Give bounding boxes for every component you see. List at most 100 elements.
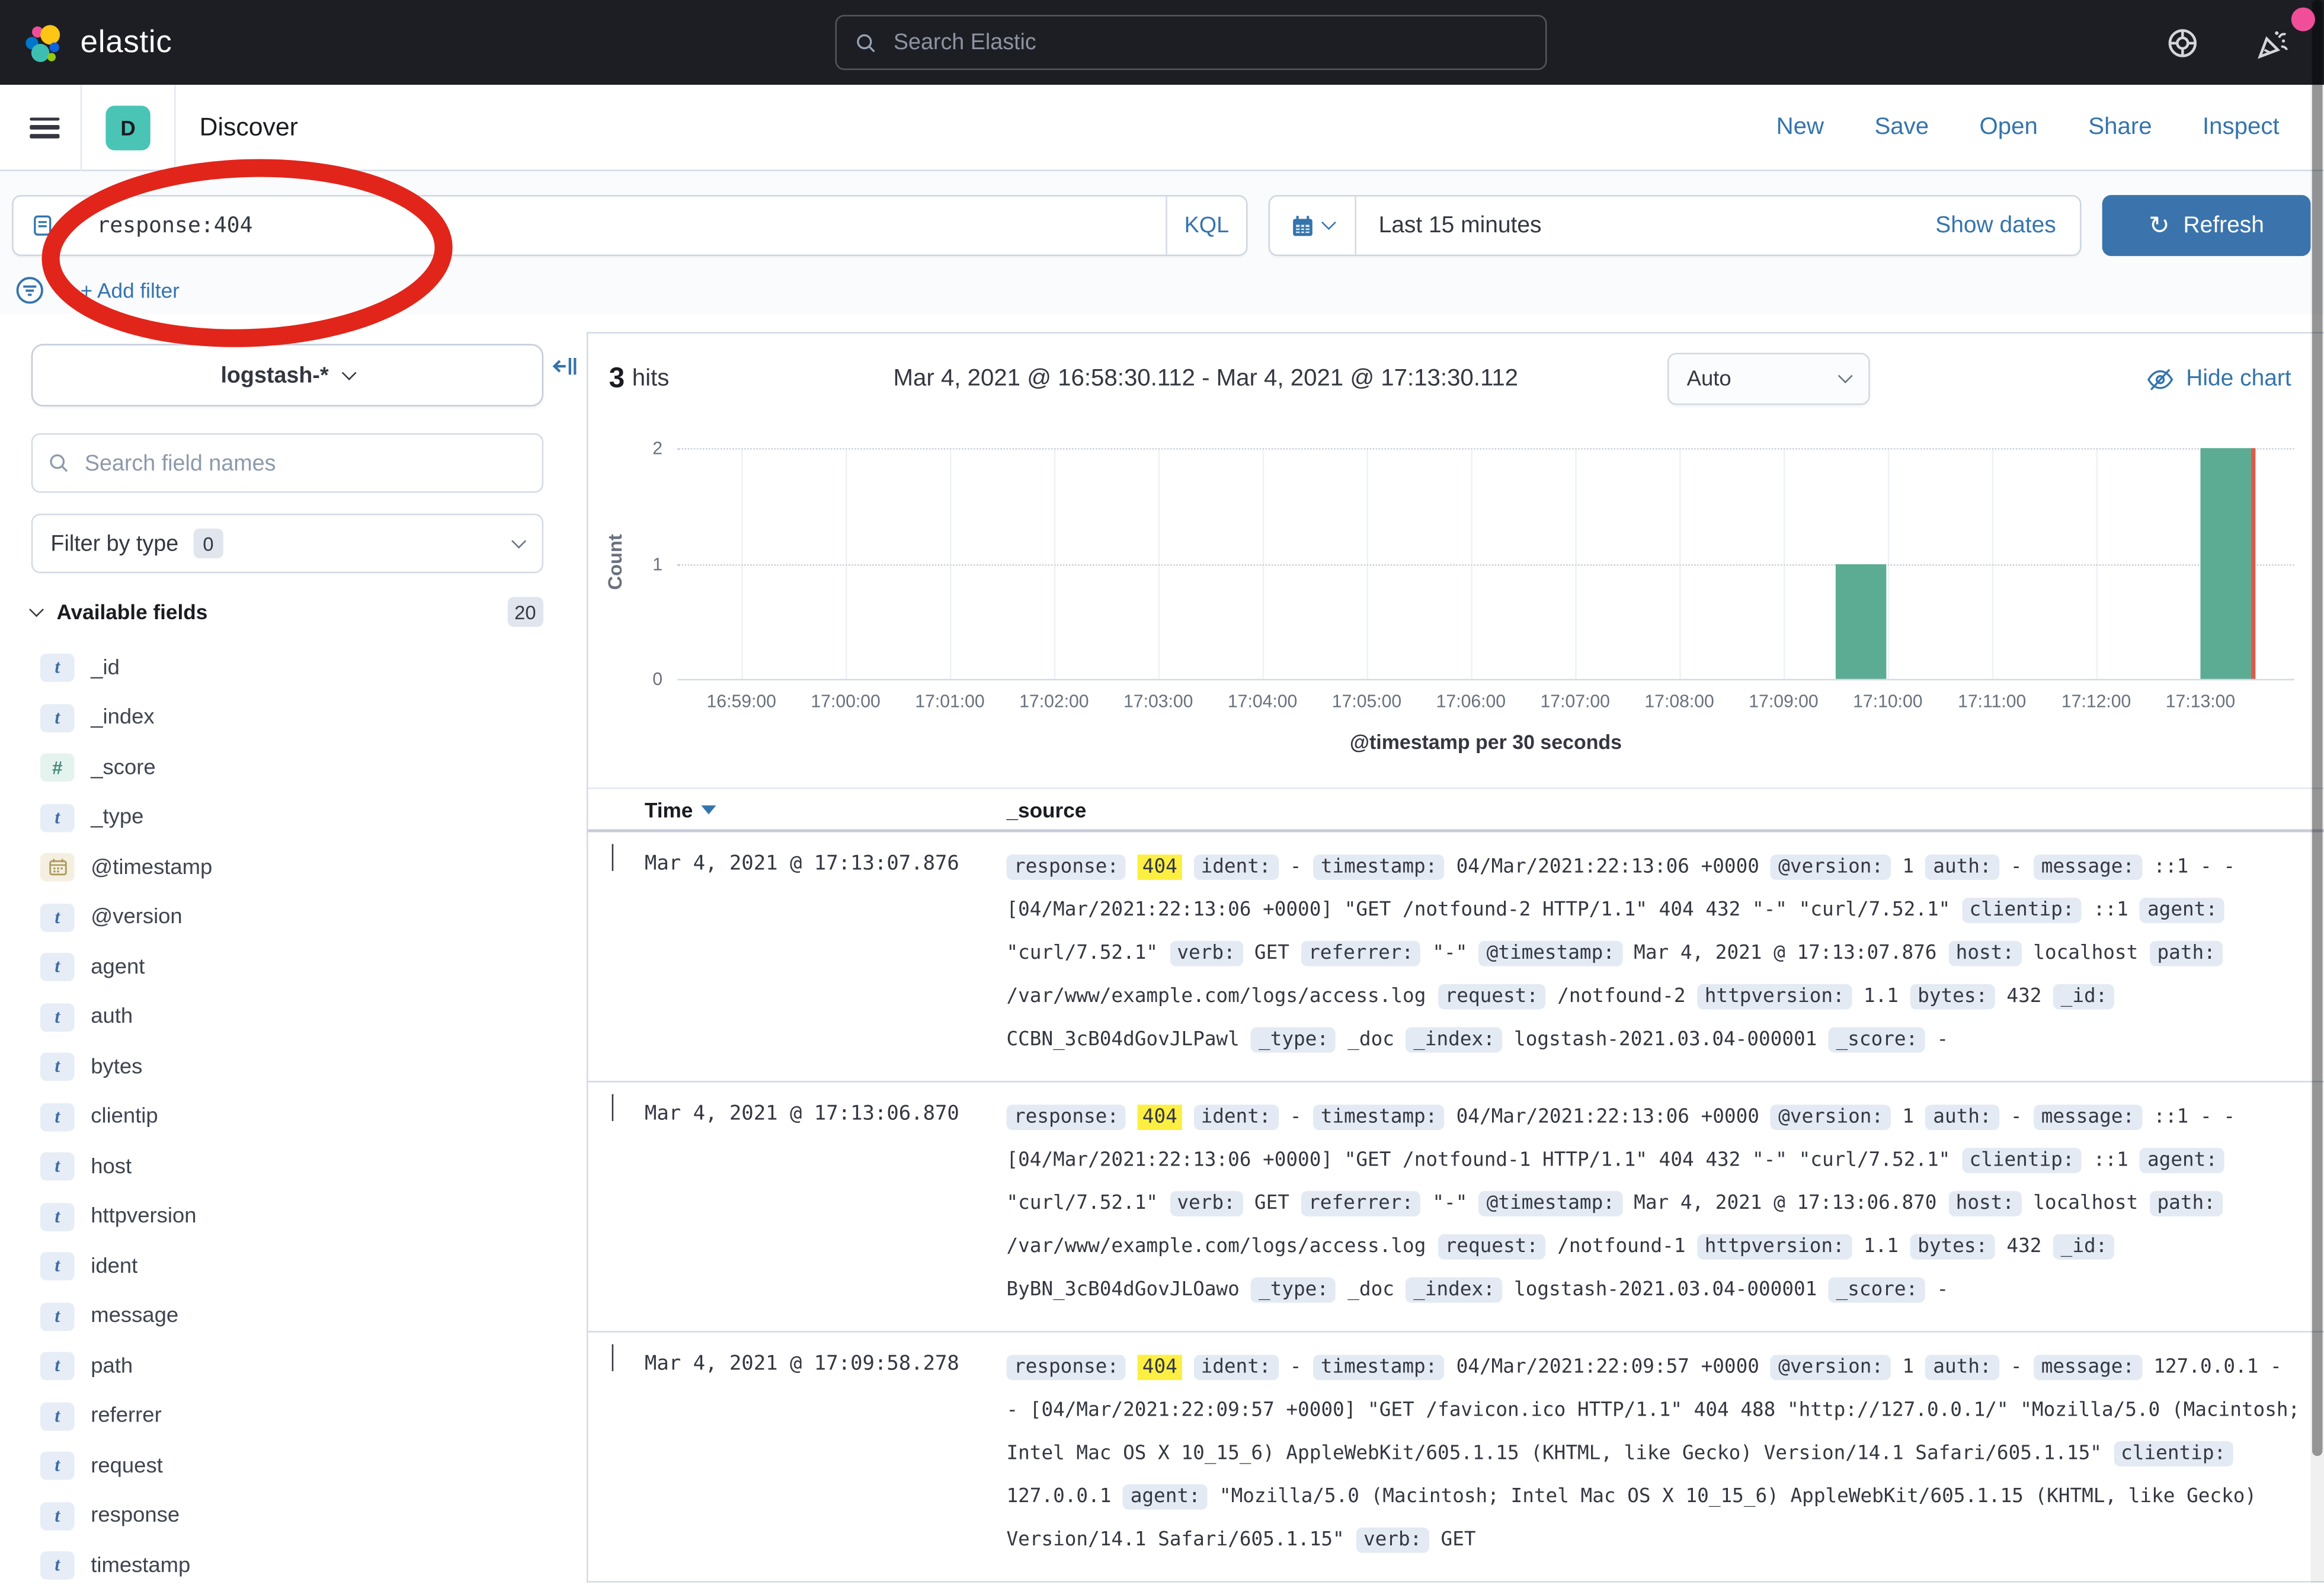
filter-by-type-select[interactable]: Filter by type 0: [31, 514, 543, 574]
field-item-httpversion[interactable]: thttpversion: [0, 1192, 587, 1241]
field-item-_type[interactable]: t_type: [0, 793, 587, 843]
field-item-response[interactable]: tresponse: [0, 1491, 587, 1541]
show-dates-link[interactable]: Show dates: [1935, 212, 2080, 239]
number-type-icon: #: [40, 754, 75, 782]
date-quick-menu-button[interactable]: [1270, 197, 1356, 255]
string-type-icon: t: [40, 803, 75, 832]
filter-icon[interactable]: [15, 276, 44, 305]
field-item-ident[interactable]: tident: [0, 1241, 587, 1291]
field-item-host[interactable]: thost: [0, 1142, 587, 1192]
elastic-logo[interactable]: elastic: [21, 20, 172, 65]
collapse-sidebar-icon[interactable]: [551, 353, 581, 379]
refresh-button[interactable]: ↻ Refresh: [2102, 195, 2311, 256]
field-label: _id:: [2053, 1234, 2115, 1260]
field-item-referrer[interactable]: treferrer: [0, 1391, 587, 1441]
field-name: _score: [91, 756, 155, 780]
field-label: auth:: [1926, 854, 1999, 880]
field-item-clientip[interactable]: tclientip: [0, 1092, 587, 1142]
x-tick: 16:59:00: [689, 691, 793, 712]
available-count-badge: 20: [507, 597, 543, 627]
expand-row-icon[interactable]: [612, 844, 614, 871]
menu-share[interactable]: Share: [2088, 114, 2152, 140]
global-search-input[interactable]: [891, 28, 1528, 57]
field-value: ByBN_3cB04dGovJLOawo: [1006, 1279, 1239, 1301]
saved-query-menu-button[interactable]: [14, 197, 91, 255]
field-item-_id[interactable]: t_id: [0, 643, 587, 693]
interval-select[interactable]: Auto: [1667, 353, 1870, 405]
top-menu: New Save Open Share Inspect: [1776, 114, 2303, 140]
field-label: _id:: [2053, 984, 2115, 1010]
field-label: message:: [2034, 854, 2141, 880]
menu-inspect[interactable]: Inspect: [2203, 114, 2280, 140]
header-icons: [2166, 0, 2291, 85]
field-name: ident: [91, 1254, 137, 1278]
histogram-chart[interactable]: Count @timestamp per 30 seconds 16:59:00…: [588, 426, 2324, 788]
query-input[interactable]: response:404 KQL: [12, 195, 1247, 256]
global-search[interactable]: [836, 15, 1547, 70]
help-icon[interactable]: [2166, 26, 2199, 59]
string-type-icon: t: [40, 1302, 75, 1331]
field-search[interactable]: [31, 433, 543, 493]
query-text[interactable]: response:404: [91, 214, 1166, 238]
histogram-bar[interactable]: [2200, 448, 2251, 678]
field-name: _id: [91, 656, 120, 680]
column-time[interactable]: Time: [645, 797, 1007, 821]
available-fields-header[interactable]: Available fields 20: [31, 597, 543, 627]
field-item-message[interactable]: tmessage: [0, 1292, 587, 1342]
add-filter-link[interactable]: + Add filter: [81, 278, 180, 302]
sort-desc-icon[interactable]: [702, 805, 716, 814]
scrollbar-thumb[interactable]: [2312, 0, 2323, 1456]
field-value: Mar 4, 2021 @ 17:13:06.870: [1634, 1193, 1936, 1215]
menu-open[interactable]: Open: [1980, 114, 2038, 140]
table-row: Mar 4, 2021 @ 17:09:58.278response: 404 …: [588, 1333, 2324, 1583]
field-item-@timestamp[interactable]: @timestamp: [0, 843, 587, 892]
field-value: localhost: [2033, 942, 2138, 965]
query-language-button[interactable]: KQL: [1166, 197, 1246, 255]
field-value: 04/Mar/2021:22:13:06 +0000: [1456, 856, 1759, 879]
field-name: clientip: [91, 1105, 158, 1129]
calendar-icon: [1291, 214, 1314, 238]
app-badge[interactable]: D: [105, 105, 150, 149]
field-item-@version[interactable]: t@version: [0, 892, 587, 942]
field-value: GET: [1441, 1529, 1476, 1551]
field-name: agent: [91, 955, 145, 979]
menu-icon[interactable]: [30, 117, 59, 137]
x-tick: 17:10:00: [1836, 691, 1940, 712]
field-label: bytes:: [1910, 1234, 1995, 1260]
histogram-bar[interactable]: [1836, 564, 1886, 679]
field-item-agent[interactable]: tagent: [0, 942, 587, 992]
field-item-timestamp[interactable]: ttimestamp: [0, 1541, 587, 1590]
histogram-time-range: Mar 4, 2021 @ 16:58:30.112 - Mar 4, 2021…: [894, 366, 1519, 393]
x-tick: 17:01:00: [898, 691, 1002, 712]
field-item-auth[interactable]: tauth: [0, 993, 587, 1042]
menu-save[interactable]: Save: [1874, 114, 1929, 140]
field-value: logstash-2021.03.04-000001: [1514, 1029, 1817, 1051]
field-item-path[interactable]: tpath: [0, 1342, 587, 1391]
newsfeed-icon[interactable]: [2255, 24, 2291, 60]
expand-row-icon[interactable]: [612, 1344, 614, 1371]
string-type-icon: t: [40, 1402, 75, 1430]
string-type-icon: t: [40, 1502, 75, 1530]
gridline: [677, 448, 2294, 450]
row-time: Mar 4, 2021 @ 17:09:58.278: [645, 1346, 1007, 1561]
date-type-icon: [40, 853, 75, 882]
time-range-value[interactable]: Last 15 minutes: [1356, 212, 1542, 239]
field-item-_score[interactable]: # _score: [0, 743, 587, 793]
page-title: Discover: [200, 113, 298, 142]
string-type-icon: t: [40, 1253, 75, 1281]
scrollbar[interactable]: [2310, 0, 2324, 1583]
hide-chart-button[interactable]: Hide chart: [2147, 366, 2291, 393]
field-value: /var/www/example.com/logs/access.log: [1006, 985, 1426, 1008]
field-name: path: [91, 1355, 133, 1378]
field-item-request[interactable]: trequest: [0, 1441, 587, 1491]
index-pattern-select[interactable]: logstash-*: [31, 344, 543, 406]
field-label: @version:: [1771, 1105, 1891, 1130]
field-label: clientip:: [1962, 1148, 2082, 1173]
field-label: timestamp:: [1313, 1355, 1445, 1380]
expand-row-icon[interactable]: [612, 1094, 614, 1121]
field-item-_index[interactable]: t_index: [0, 693, 587, 743]
field-search-input[interactable]: [82, 449, 527, 478]
field-item-bytes[interactable]: tbytes: [0, 1042, 587, 1092]
field-value: GET: [1254, 1193, 1289, 1215]
menu-new[interactable]: New: [1776, 114, 1824, 140]
